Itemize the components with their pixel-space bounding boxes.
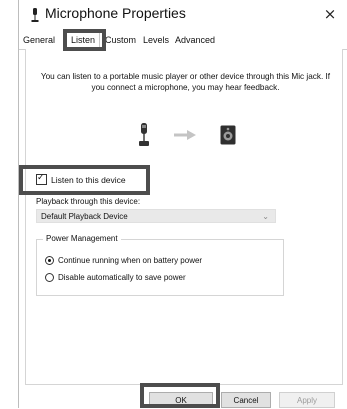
microphone-icon: [139, 123, 149, 146]
arrow-right-icon: [174, 130, 196, 140]
device-diagram: [26, 119, 342, 151]
close-button[interactable]: ×: [320, 4, 340, 24]
radio-disable[interactable]: [45, 273, 54, 282]
chevron-down-icon: ⌄: [262, 212, 269, 221]
title-bar: Microphone Properties ×: [19, 0, 347, 30]
tab-levels[interactable]: Levels: [143, 35, 169, 45]
playback-device-value: Default Playback Device: [41, 212, 128, 221]
apply-button[interactable]: Apply: [279, 392, 335, 408]
microphone-properties-dialog: Microphone Properties × General Listen C…: [18, 0, 347, 408]
cancel-button[interactable]: Cancel: [221, 392, 271, 408]
radio-continue-row[interactable]: Continue running when on battery power: [45, 256, 202, 265]
tab-general[interactable]: General: [23, 35, 55, 45]
listen-panel: You can listen to a portable music playe…: [25, 49, 343, 385]
power-management-group: Power Management Continue running when o…: [36, 234, 284, 296]
listen-checkbox-row[interactable]: Listen to this device: [36, 172, 126, 185]
listen-checkbox[interactable]: [36, 172, 47, 185]
radio-continue[interactable]: [45, 256, 54, 265]
playback-label: Playback through this device:: [36, 197, 141, 206]
speaker-icon: [220, 125, 236, 145]
listen-description: You can listen to a portable music playe…: [40, 72, 331, 92]
tab-custom[interactable]: Custom: [105, 35, 136, 45]
playback-device-select[interactable]: Default Playback Device ⌄: [36, 209, 276, 223]
listen-checkbox-label: Listen to this device: [51, 174, 126, 185]
tab-strip: General Listen Custom Levels Advanced: [19, 32, 347, 52]
radio-disable-label: Disable automatically to save power: [58, 273, 186, 282]
radio-continue-label: Continue running when on battery power: [58, 256, 203, 265]
ok-button[interactable]: OK: [149, 392, 213, 408]
microphone-icon: [31, 8, 39, 22]
power-management-title: Power Management: [43, 234, 121, 243]
radio-disable-row[interactable]: Disable automatically to save power: [45, 273, 186, 282]
window-title: Microphone Properties: [45, 5, 186, 21]
tab-advanced[interactable]: Advanced: [175, 35, 215, 45]
